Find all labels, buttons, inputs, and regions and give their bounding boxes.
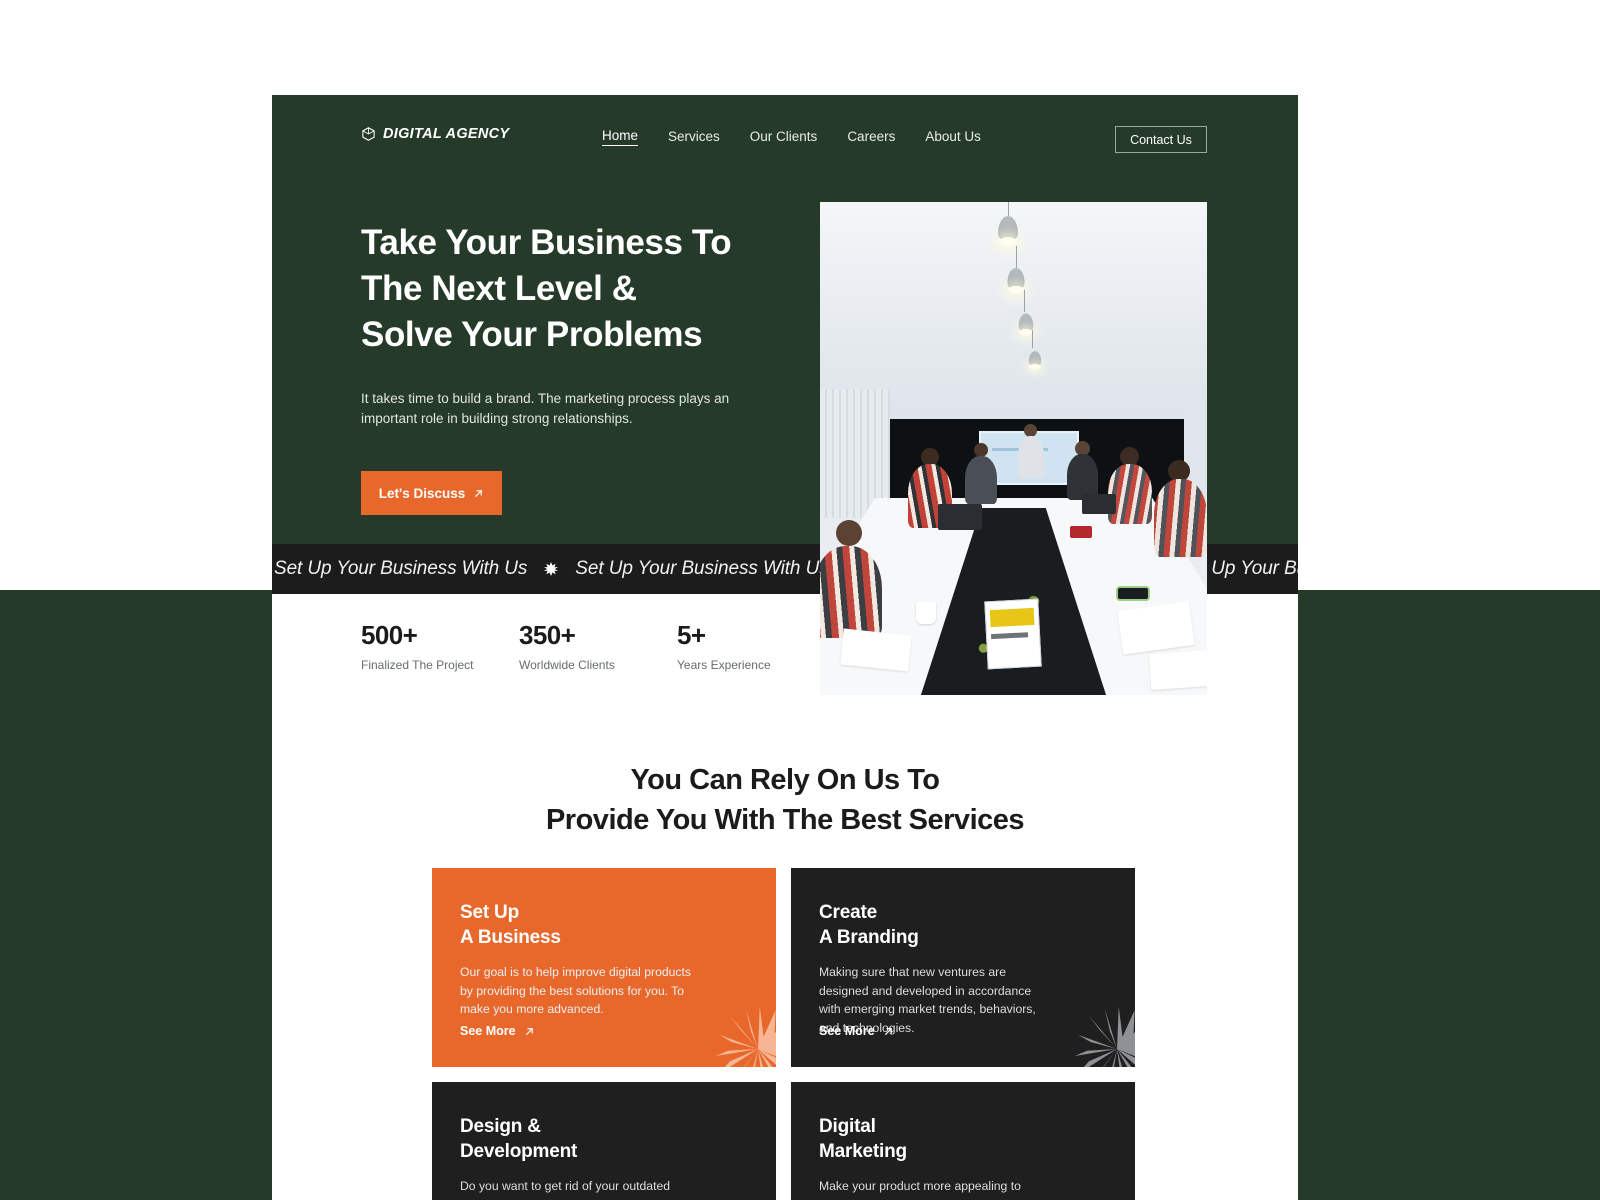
photo-lamp-cord	[1024, 290, 1025, 312]
arrow-up-right-icon	[525, 1027, 533, 1035]
stats-row: 500+ Finalized The Project 350+ Worldwid…	[361, 620, 835, 672]
service-card-description: Our goal is to help improve digital prod…	[460, 965, 692, 1017]
photo-notebook	[1070, 526, 1092, 538]
nav-link-home[interactable]: Home	[602, 128, 639, 146]
stat-label: Worldwide Clients	[519, 658, 615, 672]
stat-number: 500+	[361, 620, 418, 650]
photo-person-head	[974, 443, 988, 457]
starburst-decoration-icon	[1074, 1006, 1135, 1067]
service-card-description: Do you want to get rid of your outdated …	[460, 1179, 671, 1200]
service-card-title: Create A Branding	[819, 902, 919, 948]
photo-person-head	[836, 520, 862, 546]
photo-pendant-lamp	[1028, 350, 1042, 370]
photo-name-badge	[984, 598, 1042, 670]
service-card-set-up-a-business[interactable]: Set Up A Business Our goal is to help im…	[432, 868, 776, 1067]
photo-person-body	[1018, 436, 1044, 478]
hero-subtitle: It takes time to build a brand. The mark…	[361, 390, 730, 426]
main-navigation: DIGITAL AGENCY Home Services Our Clients…	[272, 95, 1298, 185]
marquee-text: Set Up Your Business With Us	[274, 558, 528, 579]
stat-label: Finalized The Project	[361, 658, 474, 672]
service-card-design-and-development[interactable]: Design & Development Do you want to get …	[432, 1082, 776, 1200]
photo-phone	[1116, 586, 1150, 601]
lets-discuss-label: Let's Discuss	[378, 485, 466, 501]
arrow-up-right-icon	[475, 489, 483, 497]
service-card-title: Design & Development	[460, 1116, 578, 1162]
lets-discuss-button[interactable]: Let's Discuss	[361, 471, 502, 516]
marquee-text: Set Up Your Business With Us	[575, 558, 829, 579]
service-card-digital-marketing[interactable]: Digital Marketing Make your product more…	[791, 1082, 1135, 1200]
stat-item: 350+ Worldwide Clients	[519, 620, 677, 672]
photo-person-body	[1154, 479, 1207, 557]
contact-us-button[interactable]: Contact Us	[1115, 126, 1207, 153]
nav-link-our-clients[interactable]: Our Clients	[750, 129, 818, 146]
photo-pendant-lamp	[1007, 267, 1025, 294]
service-card-title: Digital Marketing	[819, 1116, 907, 1162]
website-page: DIGITAL AGENCY Home Services Our Clients…	[272, 95, 1298, 1200]
services-card-grid: Set Up A Business Our goal is to help im…	[432, 868, 1135, 1200]
brand-logo[interactable]: DIGITAL AGENCY	[361, 126, 509, 142]
arrow-up-right-icon	[884, 1027, 892, 1035]
nav-links: Home Services Our Clients Careers About …	[602, 128, 981, 146]
stat-item: 500+ Finalized The Project	[361, 620, 519, 672]
photo-paper	[1148, 650, 1207, 690]
nav-link-careers[interactable]: Careers	[847, 129, 895, 146]
photo-paper	[840, 628, 912, 672]
hero-title: Take Your Business To The Next Level & S…	[361, 223, 732, 355]
photo-cup	[916, 602, 936, 624]
starburst-icon	[544, 562, 559, 576]
hero-copy: Take Your Business To The Next Level & S…	[361, 220, 791, 516]
photo-person-body	[965, 456, 997, 504]
photo-person-body	[820, 546, 882, 638]
see-more-link[interactable]: See More	[460, 1024, 535, 1038]
service-card-title: Set Up A Business	[460, 902, 561, 948]
photo-laptop	[1082, 494, 1116, 514]
photo-laptop	[938, 504, 982, 530]
nav-link-services[interactable]: Services	[668, 129, 720, 146]
brand-name: DIGITAL AGENCY	[383, 126, 510, 142]
nav-link-about-us[interactable]: About Us	[925, 129, 981, 146]
service-card-description: Make your product more appealing to cust…	[819, 1179, 1051, 1200]
stat-number: 350+	[519, 620, 576, 650]
starburst-decoration-icon	[715, 1006, 776, 1067]
hero-image	[820, 202, 1207, 695]
see-more-label: See More	[819, 1024, 875, 1038]
photo-lamp-cord	[1032, 330, 1033, 348]
see-more-link[interactable]: See More	[819, 1024, 894, 1038]
photo-lamp-cord	[1016, 246, 1017, 268]
stat-number: 5+	[677, 620, 706, 650]
stat-label: Years Experience	[677, 658, 771, 672]
service-card-create-a-branding[interactable]: Create A Branding Making sure that new v…	[791, 868, 1135, 1067]
services-heading: You Can Rely On Us To Provide You With T…	[545, 764, 1025, 837]
see-more-label: See More	[460, 1024, 516, 1038]
stat-item: 5+ Years Experience	[677, 620, 835, 672]
cube-icon	[362, 127, 375, 141]
